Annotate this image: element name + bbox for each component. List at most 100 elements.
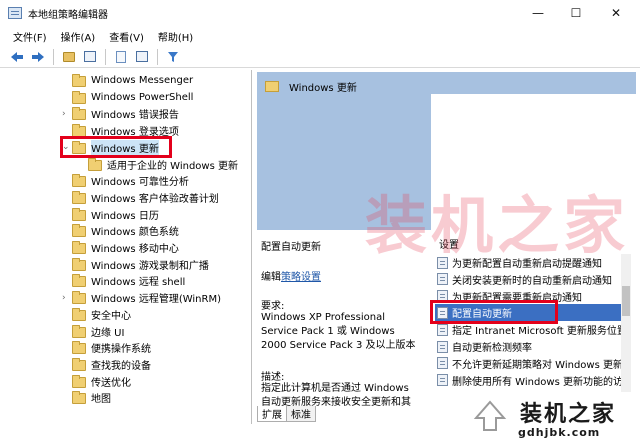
setting-row[interactable]: 自动更新检测频率	[435, 338, 631, 355]
details-header-band	[431, 72, 636, 94]
edit-policy-link[interactable]: 策略设置	[281, 272, 321, 283]
tree-item-label: Windows 颜色系统	[91, 227, 179, 239]
policy-setting-icon	[437, 357, 448, 370]
setting-label: 自动更新检测频率	[452, 343, 532, 354]
policy-setting-icon	[437, 374, 448, 387]
folder-icon	[72, 324, 86, 338]
description-text: 指定此计算机是否通过 Windows 自动更新服务来接收安全更新和其	[261, 383, 411, 408]
tree-item-label: 适用于企业的 Windows 更新	[107, 160, 238, 172]
forward-arrow-icon[interactable]	[29, 48, 47, 66]
settings-scrollbar[interactable]	[621, 254, 631, 392]
tree-item[interactable]: › Windows 远程管理(WinRM)	[0, 289, 251, 306]
requirements-text: Windows XP Professional Service Pack 1 或…	[261, 312, 416, 351]
toolbar-separator	[105, 48, 106, 65]
highlight-box-tree	[60, 136, 172, 158]
tree-item[interactable]: 传送优化	[0, 373, 251, 390]
watermark-text: 装机之家	[365, 189, 630, 262]
edit-prefix: 编辑	[261, 272, 281, 283]
folder-icon	[72, 307, 86, 321]
tree-item-label: Windows 远程管理(WinRM)	[91, 294, 221, 306]
tree-item-label: 地图	[91, 394, 111, 406]
tree-item-label: 边缘 UI	[91, 327, 125, 339]
tree-item[interactable]: Windows PowerShell	[0, 89, 251, 106]
description-title: 配置自动更新	[261, 242, 321, 253]
folder-icon	[265, 81, 279, 92]
menu-view[interactable]: 查看(V)	[102, 29, 151, 44]
policy-tree[interactable]: Windows Messenger Windows PowerShell › Wind…	[0, 70, 252, 424]
tree-item-label: Windows 远程 shell	[91, 277, 186, 289]
close-button[interactable]: ✕	[596, 0, 636, 26]
tree-item-label: 查找我的设备	[91, 360, 151, 372]
folder-icon	[72, 107, 86, 121]
tree-item-label: Windows 日历	[91, 210, 159, 222]
tree-item[interactable]: Windows 颜色系统	[0, 222, 251, 239]
folder-icon	[88, 157, 102, 171]
folder-up-icon[interactable]	[60, 48, 78, 66]
policy-setting-icon	[437, 323, 448, 336]
title-bar: 本地组策略编辑器 — ☐ ✕	[0, 0, 640, 26]
toolbar-separator	[157, 48, 158, 65]
folder-icon	[72, 341, 86, 355]
tree-item[interactable]: 安全中心	[0, 306, 251, 323]
tree-item[interactable]: Windows 游戏录制和广播	[0, 256, 251, 273]
setting-row[interactable]: 删除使用所有 Windows 更新功能的访	[435, 372, 631, 389]
show-hide-tree-icon[interactable]	[81, 48, 99, 66]
tree-item[interactable]: Windows Messenger	[0, 72, 251, 89]
folder-icon	[72, 357, 86, 371]
tree-item[interactable]: Windows 日历	[0, 206, 251, 223]
setting-label: 关闭安装更新时的自动重新启动通知	[452, 275, 612, 287]
folder-icon	[72, 224, 86, 238]
tree-item-label: 传送优化	[91, 377, 131, 389]
tab-extended[interactable]: 扩展	[257, 406, 287, 422]
edit-policy-line: 编辑策略设置	[261, 268, 321, 283]
tree-item-label: Windows 游戏录制和广播	[91, 260, 209, 272]
tree-item[interactable]: Windows 远程 shell	[0, 272, 251, 289]
toolbar	[0, 46, 640, 68]
setting-row[interactable]: 关闭安装更新时的自动重新启动通知	[435, 271, 631, 288]
tree-item[interactable]: 地图	[0, 389, 251, 406]
tree-item[interactable]: Windows 客户体验改善计划	[0, 189, 251, 206]
tree-item[interactable]: › Windows 错误报告	[0, 105, 251, 122]
tree-item[interactable]: 边缘 UI	[0, 323, 251, 340]
minimize-button[interactable]: —	[518, 0, 558, 26]
chevron-right-icon[interactable]: ›	[62, 109, 70, 119]
menu-bar: 文件(F) 操作(A) 查看(V) 帮助(H)	[0, 26, 640, 46]
scrollbar-thumb[interactable]	[622, 286, 630, 316]
folder-icon	[72, 190, 86, 204]
policy-setting-icon	[437, 340, 448, 353]
policy-setting-icon	[437, 273, 448, 286]
tree-item[interactable]: Windows 可靠性分析	[0, 172, 251, 189]
filter-icon[interactable]	[164, 48, 182, 66]
tree-item[interactable]: 查找我的设备	[0, 356, 251, 373]
folder-icon	[72, 274, 86, 288]
back-arrow-icon[interactable]	[8, 48, 26, 66]
export-icon[interactable]	[112, 48, 130, 66]
menu-file[interactable]: 文件(F)	[6, 29, 54, 44]
folder-icon	[72, 257, 86, 271]
properties-icon[interactable]	[133, 48, 151, 66]
folder-icon	[72, 174, 86, 188]
tab-standard[interactable]: 标准	[287, 406, 316, 422]
menu-help[interactable]: 帮助(H)	[151, 29, 200, 44]
folder-icon	[72, 207, 86, 221]
chevron-right-icon[interactable]: ›	[62, 293, 70, 303]
folder-icon	[72, 291, 86, 305]
watermark-logo-icon	[473, 400, 507, 431]
description-label: 描述:	[261, 372, 285, 383]
details-header-title: Windows 更新	[289, 83, 357, 94]
folder-icon	[72, 391, 86, 405]
tree-item-label: Windows 客户体验改善计划	[91, 193, 219, 205]
view-tabs: 扩展 标准	[257, 406, 316, 422]
window-title: 本地组策略编辑器	[28, 9, 108, 21]
tree-item[interactable]: Windows 移动中心	[0, 239, 251, 256]
tree-item[interactable]: 适用于企业的 Windows 更新	[0, 156, 251, 173]
setting-row[interactable]: 不允许更新延期策略对 Windows 更新	[435, 355, 631, 372]
tree-item[interactable]: 便携操作系统	[0, 339, 251, 356]
setting-label: 删除使用所有 Windows 更新功能的访	[452, 376, 623, 388]
highlight-box-setting	[430, 300, 558, 324]
menu-action[interactable]: 操作(A)	[54, 29, 103, 44]
requirements-label: 要求:	[261, 301, 285, 312]
tree-item-label: Windows 可靠性分析	[91, 177, 189, 189]
maximize-button[interactable]: ☐	[556, 0, 596, 26]
folder-icon	[72, 74, 86, 87]
